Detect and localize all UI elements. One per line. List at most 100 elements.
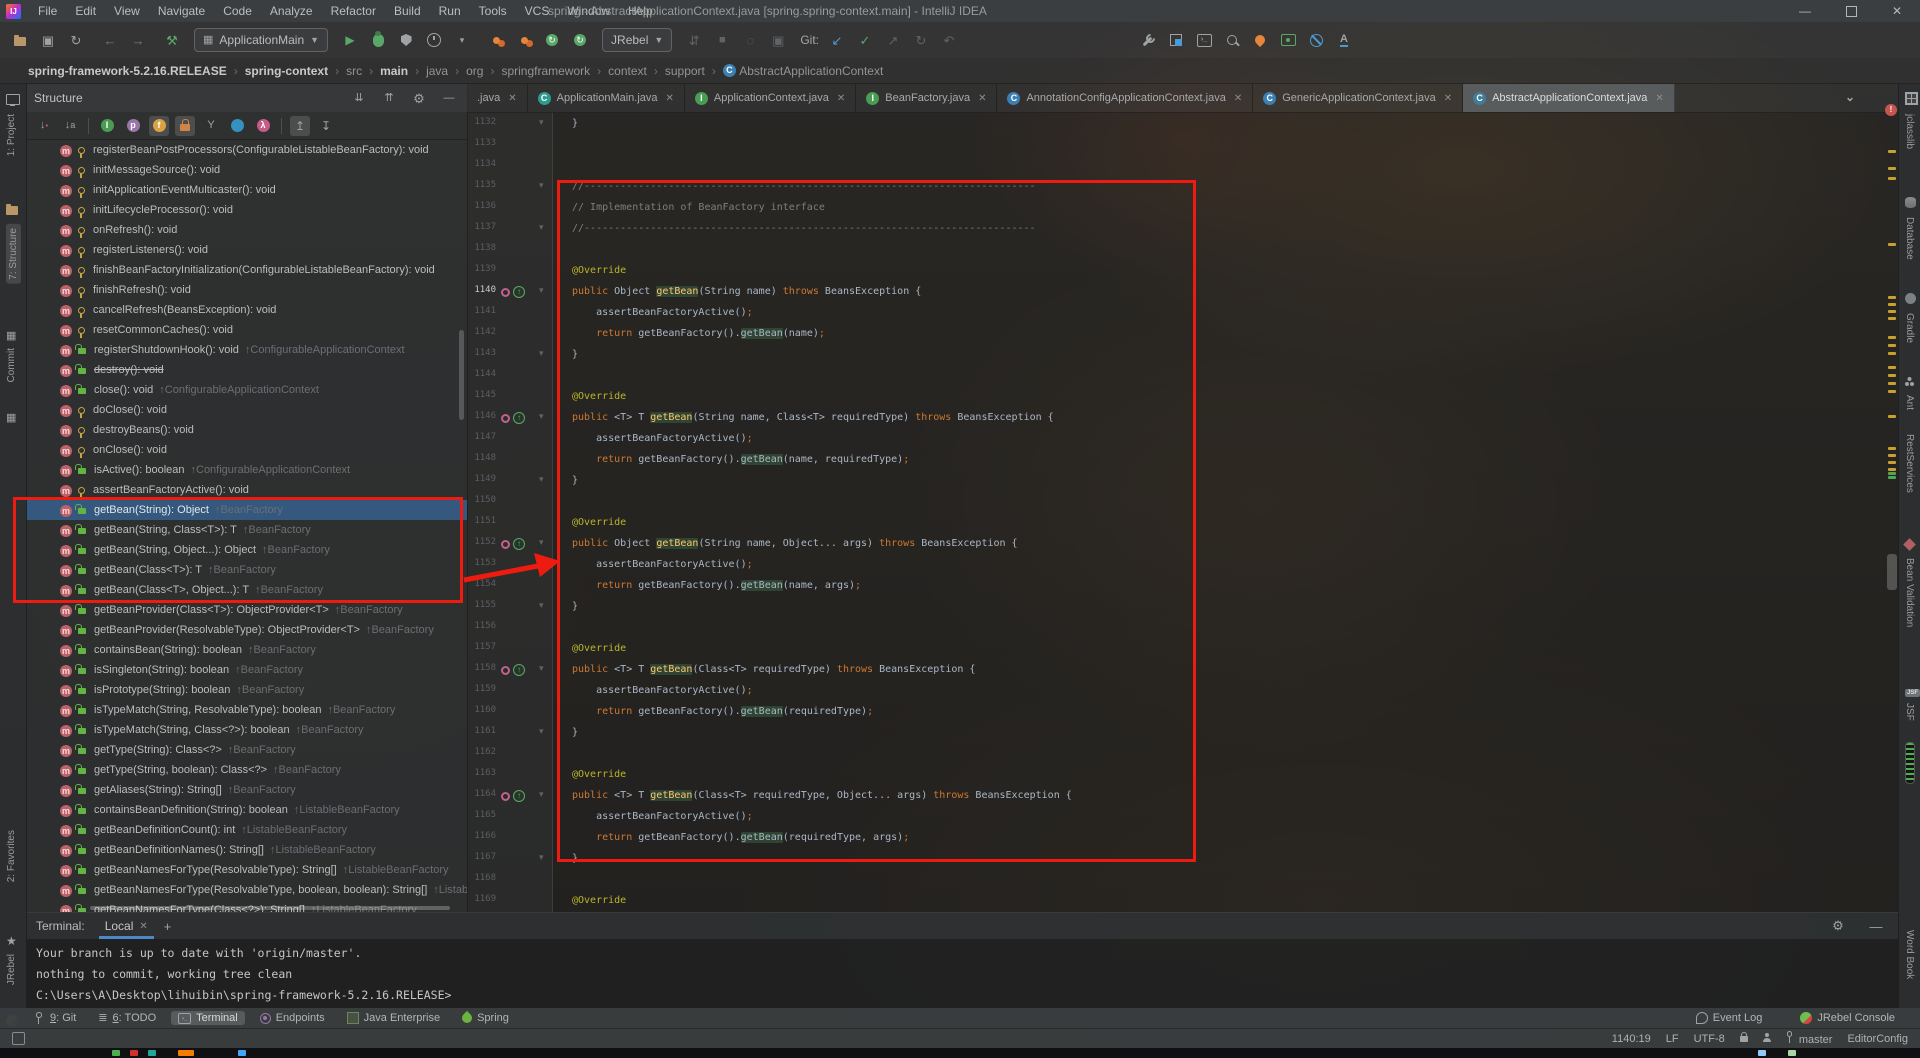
breadcrumb-item[interactable]: C AbstractApplicationContext [723,64,883,78]
fold-marker-icon[interactable]: ▾ [539,411,544,422]
tab-close-icon[interactable]: ✕ [666,93,674,104]
warning-stripe-mark[interactable] [1888,415,1896,418]
breadcrumb-item[interactable]: src [346,64,362,78]
structure-horizontal-scrollbar[interactable] [90,906,450,910]
combo-jrebel-combo[interactable]: JRebel▼ [602,28,672,52]
flame-icon[interactable] [1248,28,1272,52]
sync-icon[interactable]: ↻ [64,28,88,52]
editor-tab-AnnotationConfigApplicationContext-java[interactable]: CAnnotationConfigApplicationContext.java… [997,84,1253,112]
info-stripe-mark[interactable] [1888,476,1896,479]
translate-icon[interactable]: A [1332,28,1356,52]
block-icon[interactable] [1304,28,1328,52]
modules-icon[interactable] [1164,28,1188,52]
git-history-dim-icon[interactable]: ↻ [909,28,933,52]
warning-stripe-mark[interactable] [1888,303,1896,306]
code-editor[interactable]: 1132▾}113311341135▾//-------------------… [467,112,1898,912]
sidebar-item-restservices[interactable]: RestServices [1904,434,1915,493]
structure-item[interactable]: mgetBean(Class<T>, Object...): T↑BeanFac… [26,580,467,600]
sidebar-item-jsf[interactable]: JSF [1904,703,1915,721]
tab-close-icon[interactable]: ✕ [1444,93,1452,104]
structure-item[interactable]: mgetBeanNamesForType(ResolvableType): St… [26,860,467,880]
structure-item[interactable]: massertBeanFactoryActive(): void [26,480,467,500]
sidebar-item-bean-validation[interactable]: Bean Validation [1904,558,1915,627]
gear-icon[interactable]: ⚙ [409,88,429,108]
warning-stripe-mark[interactable] [1888,317,1896,320]
fold-marker-icon[interactable]: ▾ [539,726,544,737]
breadcrumb-item[interactable]: org [466,64,483,78]
structure-item[interactable]: mgetBean(String): Object↑BeanFactory [26,500,467,520]
ant-icon[interactable] [1905,373,1909,391]
warning-stripe-mark[interactable] [1888,382,1896,385]
line-separator[interactable]: LF [1666,1033,1679,1045]
sidebar-item-commit[interactable]: Commit [6,348,17,382]
grid-small-icon[interactable]: ▦ [6,326,16,344]
monitor-icon[interactable] [6,92,20,110]
jsf-badge-icon[interactable]: JSF [1905,681,1920,699]
wrench-icon[interactable] [1136,28,1160,52]
sidebar-item-7-structure[interactable]: 7: Structure [6,224,21,284]
run-icon[interactable]: ▶ [338,28,362,52]
file-encoding[interactable]: UTF-8 [1694,1033,1725,1045]
fold-marker-icon[interactable]: ▾ [539,117,544,128]
debug-icon[interactable] [366,28,390,52]
warning-stripe-mark[interactable] [1888,468,1896,471]
sidebar-item-ant[interactable]: Ant [1904,395,1915,410]
structure-item[interactable]: mgetAliases(String): String[]↑BeanFactor… [26,780,467,800]
warning-stripe-mark[interactable] [1888,447,1896,450]
structure-item[interactable]: minitLifecycleProcessor(): void [26,200,467,220]
structure-item[interactable]: mdestroyBeans(): void [26,420,467,440]
structure-item[interactable]: mgetBean(Class<T>): T↑BeanFactory [26,560,467,580]
fold-marker-icon[interactable]: ▾ [539,474,544,485]
fold-marker-icon[interactable]: ▾ [539,348,544,359]
save-icon[interactable]: ▣ [36,28,60,52]
structure-vertical-scrollbar[interactable] [459,330,464,420]
attach-dim-icon[interactable]: ⇵ [682,28,706,52]
screen-record-icon[interactable] [1276,28,1300,52]
open-icon[interactable] [8,28,32,52]
structure-item[interactable]: misActive(): boolean↑ConfigurableApplica… [26,460,467,480]
warning-stripe-mark[interactable] [1888,352,1896,355]
toolwindow-button-jrebel-console[interactable]: JRebel Console [1793,1011,1902,1025]
profile-orange-icon[interactable] [484,28,508,52]
show-lambdas-icon[interactable]: λ [253,116,273,136]
editor-scrollbar-thumb[interactable] [1887,554,1897,590]
structure-item[interactable]: mcancelRefresh(BeansException): void [26,300,467,320]
warning-stripe-mark[interactable] [1888,374,1896,377]
menu-build[interactable]: Build [385,2,430,20]
structure-item[interactable]: mgetType(String, boolean): Class<?>↑Bean… [26,760,467,780]
structure-item[interactable]: mgetBeanDefinitionNames(): String[]↑List… [26,840,467,860]
structure-item[interactable]: mgetType(String): Class<?>↑BeanFactory [26,740,467,760]
combo-run-config[interactable]: ▦ApplicationMain▼ [194,28,328,52]
structure-item[interactable]: monRefresh(): void [26,220,467,240]
structure-item[interactable]: mregisterBeanPostProcessors(Configurable… [26,140,467,160]
warning-stripe-mark[interactable] [1888,150,1896,153]
back-icon[interactable]: ← [98,28,122,52]
hide-icon[interactable]: — [439,88,459,108]
show-anonymous-icon[interactable] [227,116,247,136]
breadcrumb-item[interactable]: java [426,64,448,78]
sidebar-item-word-book[interactable]: Word Book [1904,930,1915,979]
minimize-button[interactable]: — [1782,0,1828,22]
memory-pill-icon[interactable] [1905,742,1915,789]
structure-item[interactable]: minitMessageSource(): void [26,160,467,180]
toolwindow-button-6-todo[interactable]: ≣6: TODO [91,1011,163,1025]
copy-dim-icon[interactable]: ▣ [766,28,790,52]
warning-stripe-mark[interactable] [1888,461,1896,464]
show-properties-icon[interactable]: p [123,116,143,136]
new-terminal-button[interactable]: + [164,919,172,934]
star-icon[interactable]: ★ [6,932,17,950]
menu-tools[interactable]: Tools [470,2,516,20]
fold-marker-icon[interactable]: ▾ [539,663,544,674]
toolwindow-button-endpoints[interactable]: Endpoints [253,1011,332,1025]
structure-item[interactable]: misPrototype(String): boolean↑BeanFactor… [26,680,467,700]
structure-item[interactable]: mgetBeanDefinitionCount(): int↑ListableB… [26,820,467,840]
scroll-from-source-icon[interactable]: ↥ [290,116,310,136]
warning-stripe-mark[interactable] [1888,243,1896,246]
coverage-icon[interactable] [394,28,418,52]
taskbar-app-icon[interactable] [148,1050,156,1056]
toolwindow-button-9-git[interactable]: 9: Git [28,1011,83,1025]
breadcrumb-item[interactable]: spring-framework-5.2.16.RELEASE [28,64,227,78]
menu-run[interactable]: Run [430,2,470,20]
git-rollback-dim-icon[interactable]: ↶ [937,28,961,52]
terminal-settings-gear-icon[interactable]: ⚙ [1826,914,1850,938]
